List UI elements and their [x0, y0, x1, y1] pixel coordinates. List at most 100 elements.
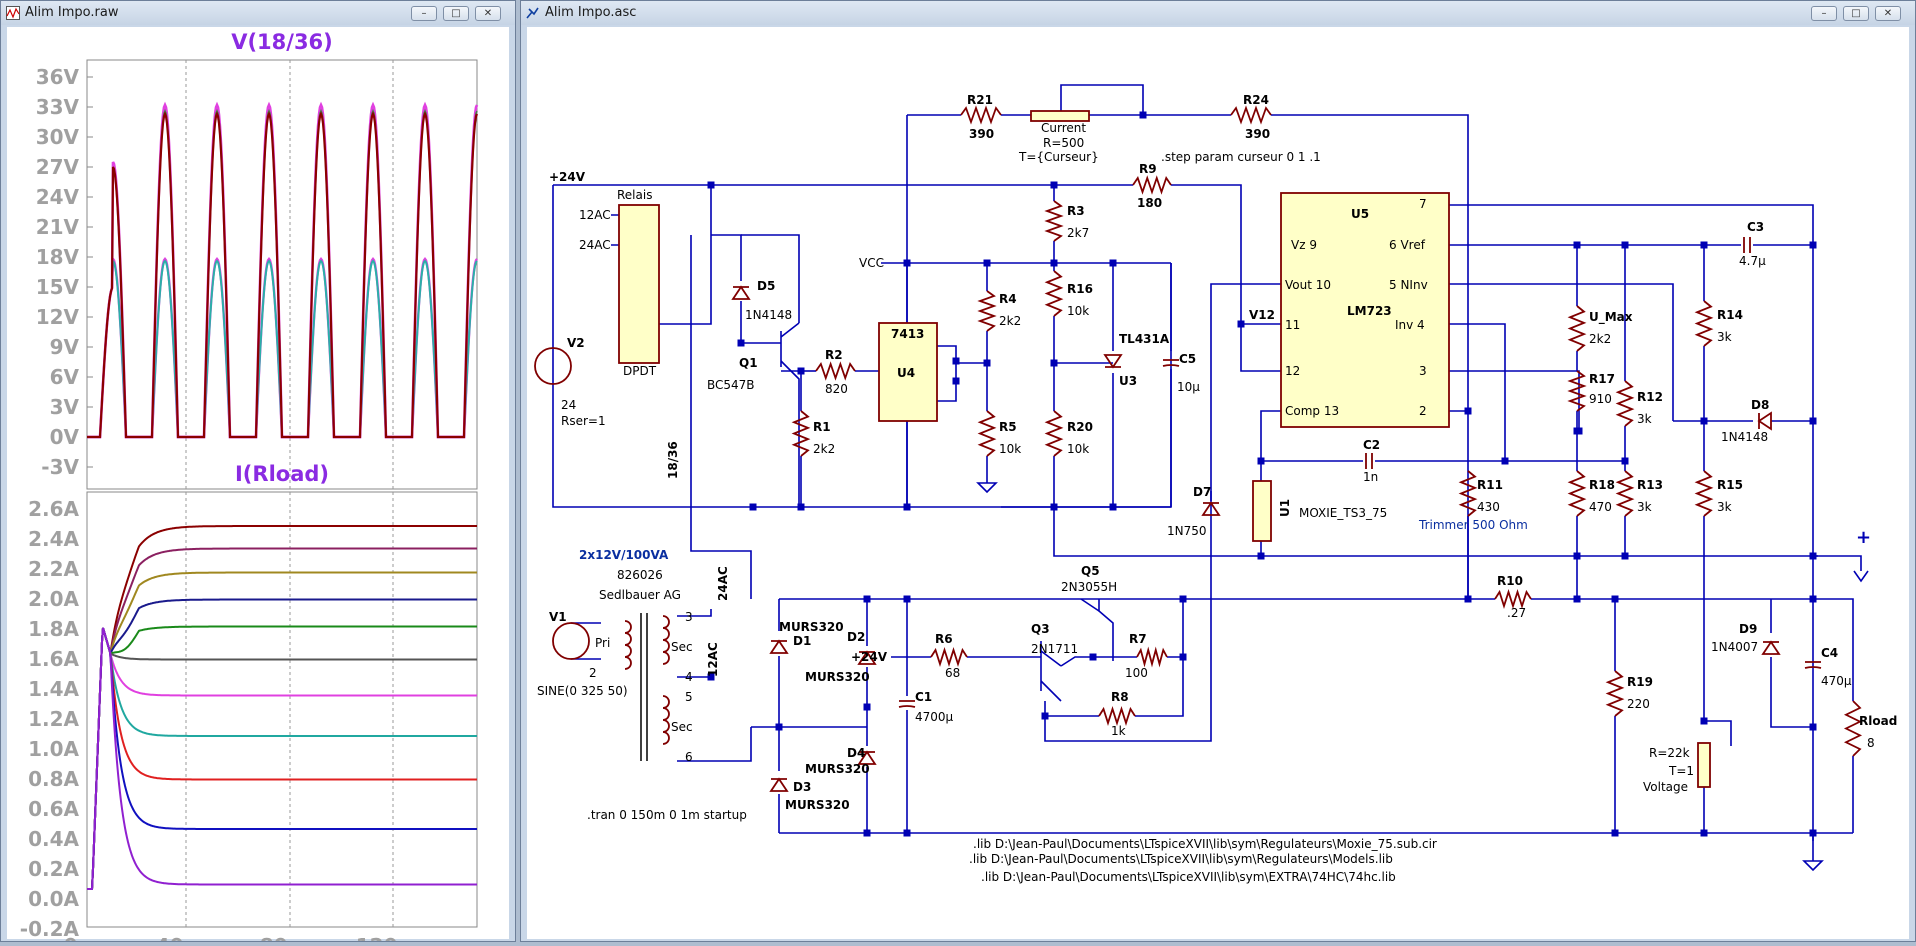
r14[interactable]	[1694, 300, 1714, 347]
d8-diode[interactable]	[1757, 411, 1772, 431]
junction-dot	[952, 377, 960, 385]
d9-diode[interactable]	[1761, 640, 1781, 655]
top-trace-label[interactable]: V(18/36)	[231, 30, 333, 54]
umax[interactable]	[1567, 305, 1587, 352]
voltage-potentiometer[interactable]	[1697, 742, 1711, 788]
wire	[1044, 283, 1281, 742]
v1-source[interactable]	[552, 622, 590, 660]
component-label: D3	[793, 780, 811, 794]
secondary-coil-2[interactable]	[662, 695, 670, 745]
component-label: 12AC	[579, 208, 611, 222]
d5-diode[interactable]	[731, 285, 751, 300]
r20[interactable]	[1044, 410, 1064, 457]
component-label: 18/36	[666, 441, 680, 479]
primary-coil[interactable]	[624, 620, 632, 670]
rload[interactable]	[1843, 700, 1863, 757]
r4[interactable]	[977, 290, 997, 332]
r24[interactable]	[1230, 105, 1272, 125]
wire	[1040, 680, 1062, 702]
r16[interactable]	[1044, 270, 1064, 317]
y-tick-label: 0V	[50, 425, 80, 449]
junction-dot	[1041, 712, 1049, 720]
waveform-window[interactable]: Alim Impo.raw – □ ✕ V(18/36) I(Rload) 36…	[0, 0, 516, 946]
component-label: 6 Vref	[1389, 238, 1426, 252]
r2[interactable]	[815, 361, 856, 381]
d3-diode[interactable]	[769, 777, 789, 792]
component-label: 220	[1627, 697, 1650, 711]
component-label: D7	[1193, 485, 1211, 499]
component-label: R14	[1717, 308, 1743, 322]
r6[interactable]	[930, 647, 968, 667]
component-label: 2k7	[1067, 226, 1089, 240]
schematic-titlebar[interactable]: Alim Impo.asc – □ ✕	[521, 1, 1915, 25]
r15[interactable]	[1694, 470, 1714, 517]
r19[interactable]	[1605, 670, 1625, 717]
waveform-plot[interactable]: V(18/36) I(Rload) 36V 33V 30V 27V 24V 21V 18V 1…	[7, 27, 511, 946]
plus-icon: +	[1856, 527, 1871, 548]
waveform-app-icon	[6, 6, 20, 20]
component-label: TL431A	[1119, 332, 1170, 346]
c2-capacitor[interactable]	[1365, 453, 1373, 469]
y-tick-label: 1.0A	[28, 737, 79, 761]
close-button[interactable]: ✕	[475, 6, 501, 21]
component-label: Current	[1041, 121, 1086, 135]
c3-capacitor[interactable]	[1743, 237, 1751, 253]
component-label: 10k	[1067, 442, 1089, 456]
component-label: R11	[1477, 478, 1503, 492]
ground-icon	[976, 482, 998, 494]
component-label: 10k	[1067, 304, 1089, 318]
r9[interactable]	[1132, 175, 1172, 195]
r7[interactable]	[1136, 646, 1168, 668]
y-tick-label: 21V	[36, 215, 80, 239]
wire	[1449, 323, 1506, 461]
schematic-drawing[interactable]: +R21390 CurrentR=500T={Curseur}R24390.ste…	[527, 27, 1911, 941]
schematic-window[interactable]: Alim Impo.asc – □ ✕ + R21 390 Current R=500 T…	[520, 0, 1916, 942]
tl431-diode[interactable]	[1103, 354, 1123, 369]
y-tick-label: 1.2A	[28, 707, 79, 731]
component-label: 7413	[891, 327, 924, 341]
component-label: C3	[1747, 220, 1764, 234]
r21[interactable]	[960, 105, 1002, 125]
u1-moxie[interactable]	[1252, 480, 1272, 542]
component-label: +24V	[549, 170, 586, 184]
r8[interactable]	[1098, 706, 1136, 726]
y-tick-label: 18V	[36, 245, 80, 269]
component-label: D1	[793, 634, 811, 648]
secondary-coil-1[interactable]	[662, 615, 670, 665]
r12[interactable]	[1615, 380, 1635, 427]
r18[interactable]	[1567, 470, 1587, 517]
r13[interactable]	[1615, 470, 1635, 517]
component-label: 390	[969, 127, 994, 141]
minimize-button[interactable]: –	[411, 6, 437, 21]
waveform-plot-area[interactable]: V(18/36) I(Rload) 36V 33V 30V 27V 24V 21V 18V 1…	[7, 27, 511, 946]
r10[interactable]	[1494, 589, 1532, 609]
component-label: 24	[561, 398, 576, 412]
bottom-trace-label[interactable]: I(Rload)	[235, 462, 329, 486]
c1-capacitor[interactable]	[898, 700, 916, 708]
schematic-canvas[interactable]: + R21 390 Current R=500 T={Curseur} R24 390 .ste…	[527, 27, 1909, 939]
junction-dot	[1464, 407, 1472, 415]
d1-diode[interactable]	[769, 639, 789, 654]
r5[interactable]	[977, 410, 997, 457]
junction-dot	[1809, 417, 1817, 425]
component-label: D2	[847, 630, 865, 644]
y-tick-label: 0.4A	[28, 827, 79, 851]
r17[interactable]	[1567, 370, 1587, 412]
waveform-titlebar[interactable]: Alim Impo.raw – □ ✕	[1, 1, 515, 25]
relay-dpdt[interactable]	[618, 204, 660, 364]
component-label: R=22k	[1649, 746, 1690, 760]
close-button[interactable]: ✕	[1875, 6, 1901, 21]
component-label: R16	[1067, 282, 1093, 296]
component-label: +24V	[851, 650, 888, 664]
current-potentiometer[interactable]	[1030, 110, 1090, 122]
component-label: Voltage	[1643, 780, 1688, 794]
component-label: 2N3055H	[1061, 580, 1117, 594]
maximize-button[interactable]: □	[443, 6, 469, 21]
y-tick-label: 0.2A	[28, 857, 79, 881]
r1[interactable]	[791, 410, 811, 457]
component-label: .lib D:\Jean-Paul\Documents\LTspiceXVII\…	[973, 837, 1437, 851]
r3[interactable]	[1044, 200, 1064, 242]
maximize-button[interactable]: □	[1843, 6, 1869, 21]
component-label: R10	[1497, 574, 1523, 588]
minimize-button[interactable]: –	[1811, 6, 1837, 21]
